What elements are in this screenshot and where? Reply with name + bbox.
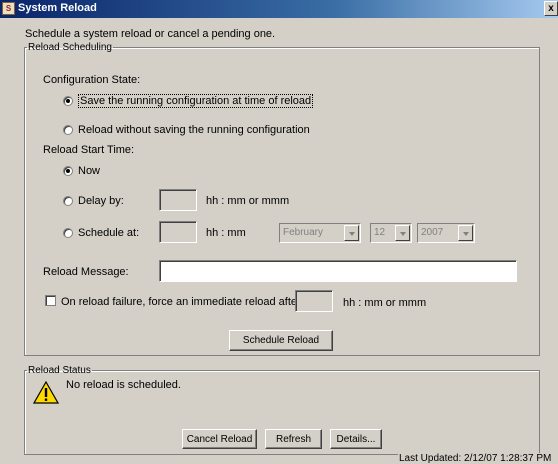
schedule-reload-button[interactable]: Schedule Reload (229, 330, 333, 351)
month-value: February (283, 227, 324, 238)
close-icon[interactable]: x (544, 1, 558, 16)
chevron-down-icon[interactable] (458, 225, 473, 241)
window-title: System Reload (18, 2, 97, 14)
schedule-time-input[interactable] (159, 221, 197, 243)
month-select[interactable]: February (279, 223, 361, 243)
message-label: Reload Message: (43, 266, 129, 278)
schedule-units: hh : mm (206, 227, 246, 239)
now-label: Now (78, 165, 101, 177)
last-updated-text: Last Updated: 2/12/07 1:28:37 PM (398, 453, 553, 464)
save-config-label-wrap: Save the running configuration at time o… (78, 94, 314, 108)
day-value: 12 (374, 227, 386, 238)
save-config-label: Save the running configuration at time o… (78, 94, 314, 108)
schedule-label: Schedule at: (78, 227, 140, 239)
failure-reload-checkbox[interactable] (45, 295, 56, 306)
failure-units: hh : mm or mmm (343, 297, 427, 309)
failure-delay-input[interactable] (295, 290, 333, 312)
title-bar: S System Reload x (0, 0, 558, 18)
chevron-down-icon[interactable] (344, 225, 359, 241)
reload-message-input[interactable] (159, 260, 517, 282)
system-app-icon: S (2, 2, 15, 15)
delay-units: hh : mm or mmm (206, 195, 290, 207)
intro-text: Schedule a system reload or cancel a pen… (25, 28, 276, 40)
failure-reload-label: On reload failure, force an immediate re… (61, 296, 304, 308)
delay-radio[interactable] (63, 196, 73, 206)
cancel-reload-button[interactable]: Cancel Reload (182, 429, 257, 449)
schedule-radio[interactable] (63, 228, 73, 238)
now-radio[interactable] (63, 166, 73, 176)
year-select[interactable]: 2007 (417, 223, 475, 243)
warning-icon (32, 380, 60, 408)
reload-scheduling-legend: Reload Scheduling (28, 42, 112, 53)
save-config-radio[interactable] (63, 96, 73, 106)
details-button[interactable]: Details... (330, 429, 382, 449)
config-state-label: Configuration State: (43, 74, 141, 86)
reload-status-legend: Reload Status (28, 365, 91, 376)
refresh-button[interactable]: Refresh (265, 429, 322, 449)
status-message: No reload is scheduled. (66, 379, 181, 391)
year-value: 2007 (421, 227, 444, 238)
no-save-config-radio[interactable] (63, 125, 73, 135)
delay-label: Delay by: (78, 195, 124, 207)
chevron-down-icon[interactable] (395, 225, 410, 241)
day-select[interactable]: 12 (370, 223, 412, 243)
delay-input[interactable] (159, 189, 197, 211)
no-save-config-label: Reload without saving the running config… (78, 124, 310, 136)
start-time-label: Reload Start Time: (43, 144, 135, 156)
